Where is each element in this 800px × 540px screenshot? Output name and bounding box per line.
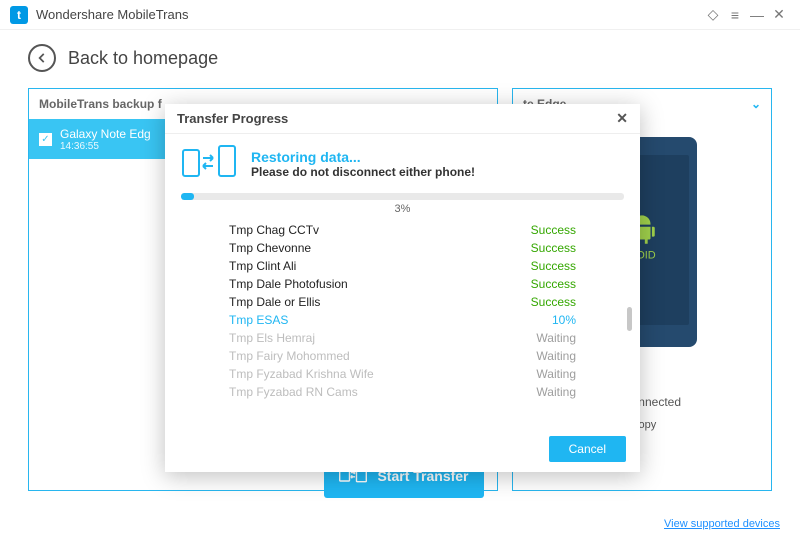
transfer-row: Tmp ESAS 10% bbox=[173, 311, 632, 329]
feedback-icon[interactable]: ◇ bbox=[702, 6, 724, 23]
transfer-row: Tmp Els Hemraj Waiting bbox=[173, 329, 632, 347]
transfer-row: Tmp Chag CCTv Success bbox=[173, 221, 632, 239]
transfer-row: Tmp Dale Photofusion Success bbox=[173, 275, 632, 293]
transfer-item-list: Tmp Chag CCTvSuccessTmp ChevonneSuccessT… bbox=[173, 221, 632, 413]
title-bar: t Wondershare MobileTrans ◇ ≡ — ✕ bbox=[0, 0, 800, 30]
transfer-row-status: Waiting bbox=[536, 367, 576, 381]
dialog-header: Transfer Progress ✕ bbox=[165, 104, 640, 134]
transfer-progress-dialog: Transfer Progress ✕ Restoring data... Pl… bbox=[165, 104, 640, 472]
dialog-title: Transfer Progress bbox=[177, 111, 288, 126]
minimize-icon[interactable]: — bbox=[746, 7, 768, 23]
transfer-row-status: Success bbox=[531, 223, 576, 237]
dialog-summary: Restoring data... Please do not disconne… bbox=[165, 134, 640, 189]
backup-item-time: 14:36:55 bbox=[60, 141, 151, 152]
transfer-row-status: Success bbox=[531, 241, 576, 255]
transfer-row-status: Waiting bbox=[536, 385, 576, 399]
footer-link-row: View supported devices bbox=[664, 518, 780, 530]
menu-icon[interactable]: ≡ bbox=[724, 7, 746, 23]
transfer-row-status: Waiting bbox=[536, 331, 576, 345]
back-label: Back to homepage bbox=[68, 48, 218, 69]
transfer-row: Tmp Fyzabad Krishna Wife Waiting bbox=[173, 365, 632, 383]
close-window-icon[interactable]: ✕ bbox=[768, 6, 790, 23]
cancel-button[interactable]: Cancel bbox=[549, 436, 626, 462]
transfer-row-status: Success bbox=[531, 277, 576, 291]
transfer-row: Tmp Fyzabad RN Cams Waiting bbox=[173, 383, 632, 401]
dialog-heading: Restoring data... bbox=[251, 149, 475, 165]
phone-transfer-icon bbox=[181, 144, 237, 183]
transfer-row-status: Success bbox=[531, 259, 576, 273]
transfer-row: Tmp Fairy Mohommed Waiting bbox=[173, 347, 632, 365]
transfer-row-name: Tmp Chag CCTv bbox=[229, 223, 319, 237]
dialog-footer: Cancel bbox=[549, 436, 626, 462]
transfer-row: Tmp Chevonne Success bbox=[173, 239, 632, 257]
transfer-row-name: Tmp Fairy Mohommed bbox=[229, 349, 350, 363]
app-title: Wondershare MobileTrans bbox=[36, 7, 188, 22]
progress-percent: 3% bbox=[181, 203, 624, 215]
progress-bar-fill bbox=[181, 193, 194, 200]
supported-devices-link[interactable]: View supported devices bbox=[664, 518, 780, 530]
app-logo-icon: t bbox=[10, 6, 28, 24]
transfer-row-name: Tmp Dale Photofusion bbox=[229, 277, 348, 291]
transfer-row-status: Success bbox=[531, 295, 576, 309]
progress-bar-area: 3% bbox=[165, 189, 640, 215]
close-icon[interactable]: ✕ bbox=[616, 110, 628, 127]
chevron-down-icon[interactable]: ⌄ bbox=[751, 97, 761, 111]
scrollbar-thumb[interactable] bbox=[627, 307, 632, 331]
backup-item-name: Galaxy Note Edg bbox=[60, 127, 151, 141]
back-row: Back to homepage bbox=[0, 30, 800, 88]
transfer-row-name: Tmp Els Hemraj bbox=[229, 331, 315, 345]
transfer-row: Tmp Dale or Ellis Success bbox=[173, 293, 632, 311]
checkbox-checked-icon[interactable]: ✓ bbox=[39, 133, 52, 146]
transfer-row-name: Tmp Clint Ali bbox=[229, 259, 296, 273]
arrow-left-icon bbox=[35, 51, 49, 65]
dialog-subheading: Please do not disconnect either phone! bbox=[251, 165, 475, 179]
progress-bar bbox=[181, 193, 624, 200]
transfer-row: Tmp Clint Ali Success bbox=[173, 257, 632, 275]
back-button[interactable] bbox=[28, 44, 56, 72]
transfer-row-name: Tmp ESAS bbox=[229, 313, 288, 327]
transfer-row-status: 10% bbox=[552, 313, 576, 327]
transfer-row-name: Tmp Dale or Ellis bbox=[229, 295, 320, 309]
transfer-row-status: Waiting bbox=[536, 349, 576, 363]
transfer-row-name: Tmp Fyzabad RN Cams bbox=[229, 385, 358, 399]
transfer-row-name: Tmp Chevonne bbox=[229, 241, 311, 255]
transfer-row-name: Tmp Fyzabad Krishna Wife bbox=[229, 367, 374, 381]
